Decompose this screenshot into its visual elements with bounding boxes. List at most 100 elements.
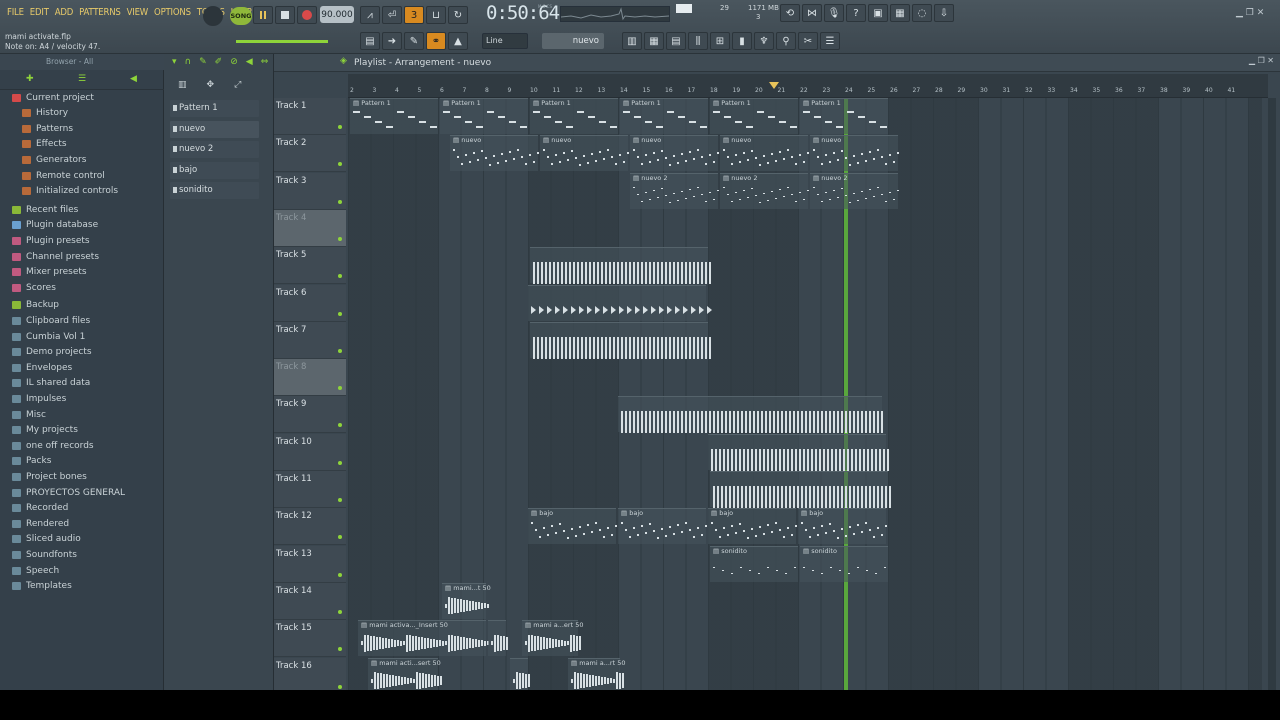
- browser-item[interactable]: one off records: [0, 438, 160, 453]
- pattern-item[interactable]: nuevo: [170, 120, 259, 138]
- menu-add[interactable]: ADD: [52, 7, 76, 18]
- browser-item[interactable]: Cumbia Vol 1: [0, 329, 160, 344]
- playlist-clip[interactable]: ▤ Pattern 1: [620, 98, 708, 134]
- playlist-clip[interactable]: ▤ sonidito: [800, 545, 888, 582]
- playlist-clip[interactable]: ▤ Pattern 1: [710, 98, 798, 134]
- browser-item[interactable]: Clipboard files: [0, 313, 160, 328]
- playlist-clip[interactable]: ▤ nuevo: [540, 135, 629, 172]
- track-header[interactable]: Track 4: [274, 209, 346, 247]
- playlist-clip[interactable]: [530, 321, 711, 359]
- menu-patterns[interactable]: PATTERNS: [76, 7, 123, 18]
- playlist-button[interactable]: ▥: [622, 32, 642, 50]
- menu-arrow-icon[interactable]: ▾: [172, 57, 177, 67]
- browser-item[interactable]: Demo projects: [0, 345, 160, 360]
- pencil-icon[interactable]: ✎: [199, 57, 207, 67]
- playlist-clip[interactable]: ▤ bajo: [798, 508, 887, 545]
- play-button[interactable]: [253, 6, 273, 24]
- browser-item[interactable]: My projects: [0, 423, 160, 438]
- pattern-item[interactable]: Pattern 1: [170, 100, 259, 117]
- channel-rack-button[interactable]: ▤: [666, 32, 686, 50]
- browser-item[interactable]: Channel presets: [0, 249, 160, 264]
- tool-button-a[interactable]: ♆: [754, 32, 774, 50]
- playlist-clip[interactable]: ▤ nuevo 2: [810, 172, 899, 209]
- browser-item[interactable]: Envelopes: [0, 360, 160, 375]
- playlist-clip[interactable]: ▤ nuevo: [450, 135, 539, 172]
- playlist-clip[interactable]: ▤ mami acti...sert 50: [368, 657, 442, 690]
- undo-history-button[interactable]: ⟲: [780, 4, 800, 22]
- track-header[interactable]: Track 7: [274, 321, 346, 359]
- plugin-picker-button[interactable]: ▦: [890, 4, 910, 22]
- save-button[interactable]: ▣: [868, 4, 888, 22]
- mixer-button[interactable]: ⋈: [802, 4, 822, 22]
- browser-item[interactable]: History: [0, 106, 160, 121]
- browser-item[interactable]: Scores: [0, 280, 160, 295]
- timeline-ruler[interactable]: 2 3 4 5 6 7 8 9 10 11 12 13 14 15 16 17 18 19 20 21 22 23 24 25…: [348, 74, 1268, 98]
- link-tool-button[interactable]: ⚭: [426, 32, 446, 50]
- browser-expand-icon[interactable]: ✚: [26, 74, 34, 84]
- tool-button-b[interactable]: ⚲: [776, 32, 796, 50]
- master-volume-knob[interactable]: [203, 6, 223, 26]
- countdown-button[interactable]: 3: [404, 6, 424, 24]
- track-header[interactable]: Track 9: [274, 396, 346, 434]
- record-button[interactable]: [297, 6, 317, 24]
- help-button[interactable]: ?: [846, 4, 866, 22]
- metronome-button[interactable]: ⩘: [360, 6, 380, 24]
- playlist-clip[interactable]: ▤ bajo: [528, 508, 617, 545]
- browser-item[interactable]: Current project: [0, 90, 160, 105]
- browser-item[interactable]: Generators: [0, 152, 160, 167]
- playlist-clip[interactable]: ▤ nuevo: [810, 135, 899, 172]
- track-header[interactable]: Track 1: [274, 98, 346, 135]
- browser-item[interactable]: Templates: [0, 579, 160, 594]
- browser-item[interactable]: Sliced audio: [0, 532, 160, 547]
- step-edit-button[interactable]: ➜: [382, 32, 402, 50]
- pattern-piano-icon[interactable]: ▥: [178, 80, 187, 98]
- browser-item[interactable]: Mixer presets: [0, 265, 160, 280]
- playlist-clip[interactable]: ▤ bajo: [618, 508, 707, 545]
- mixer-view-button[interactable]: ⫼: [688, 32, 708, 50]
- playlist-clip[interactable]: ▤ mami...t 50: [442, 582, 491, 619]
- download-button[interactable]: ⇩: [934, 4, 954, 22]
- playlist-clip[interactable]: ▤ sonidito: [710, 545, 798, 582]
- playlist-clip[interactable]: ▤ nuevo: [630, 135, 719, 172]
- mute-icon[interactable]: ◀: [246, 57, 253, 67]
- playlist-clip[interactable]: ▤ nuevo 2: [630, 172, 719, 209]
- menu-edit[interactable]: EDIT: [27, 7, 52, 18]
- playlist-clip[interactable]: ▤ mami activa..._Insert 50: [358, 620, 489, 657]
- snap-selector[interactable]: Line: [482, 33, 528, 49]
- browser-item[interactable]: IL shared data: [0, 376, 160, 391]
- typing-keyboard-button[interactable]: ▤: [360, 32, 380, 50]
- browser-collapse-icon[interactable]: ◀: [130, 74, 137, 84]
- pattern-selector[interactable]: nuevo: [542, 33, 604, 49]
- browser-item[interactable]: Speech: [0, 563, 160, 578]
- playlist-window-controls[interactable]: ▁ ❐ ✕: [1249, 56, 1274, 65]
- track-header[interactable]: Track 8: [274, 359, 346, 397]
- browser-item[interactable]: Patterns: [0, 121, 160, 136]
- arrangement-grid[interactable]: ▤ Pattern 1 ▤ Pattern 1 ▤ Pattern 1 ▤ Patte…: [348, 98, 1262, 690]
- magnet-icon[interactable]: ∩: [185, 57, 192, 67]
- tempo-display[interactable]: 90.000: [320, 6, 354, 23]
- piano-roll-button[interactable]: ▦: [644, 32, 664, 50]
- tool-button-d[interactable]: ☰: [820, 32, 840, 50]
- pattern-move-icon[interactable]: ✥: [207, 80, 215, 98]
- browser-sort-icon[interactable]: ☰: [78, 74, 86, 84]
- pattern-item[interactable]: bajo: [170, 161, 259, 179]
- master-pitch-slider[interactable]: [236, 40, 328, 43]
- browser-item[interactable]: Plugin database: [0, 218, 160, 233]
- browser-item[interactable]: Effects: [0, 137, 160, 152]
- browser-item[interactable]: PROYECTOS GENERAL: [0, 485, 160, 500]
- pattern-item[interactable]: nuevo 2: [170, 141, 259, 159]
- playlist-clip[interactable]: ▤ nuevo: [720, 135, 809, 172]
- vertical-scrollbar[interactable]: [1268, 98, 1276, 690]
- browser-item[interactable]: Recorded: [0, 501, 160, 516]
- playlist-clip[interactable]: ▤ mami a...rt 50: [568, 657, 625, 690]
- pattern-edit-icon[interactable]: ⤢: [234, 80, 241, 98]
- playlist-clip[interactable]: [488, 620, 508, 657]
- song-mode-toggle[interactable]: SONG: [230, 7, 252, 25]
- playlist-clip[interactable]: ▤ mami a...ert 50: [522, 620, 583, 657]
- browser-item[interactable]: Project bones: [0, 469, 160, 484]
- stamp-tool-button[interactable]: ▲: [448, 32, 468, 50]
- browser-item[interactable]: Rendered: [0, 516, 160, 531]
- track-header[interactable]: Track 3: [274, 172, 346, 210]
- browser-item[interactable]: Backup: [0, 298, 160, 313]
- track-header[interactable]: Track 6: [274, 284, 346, 322]
